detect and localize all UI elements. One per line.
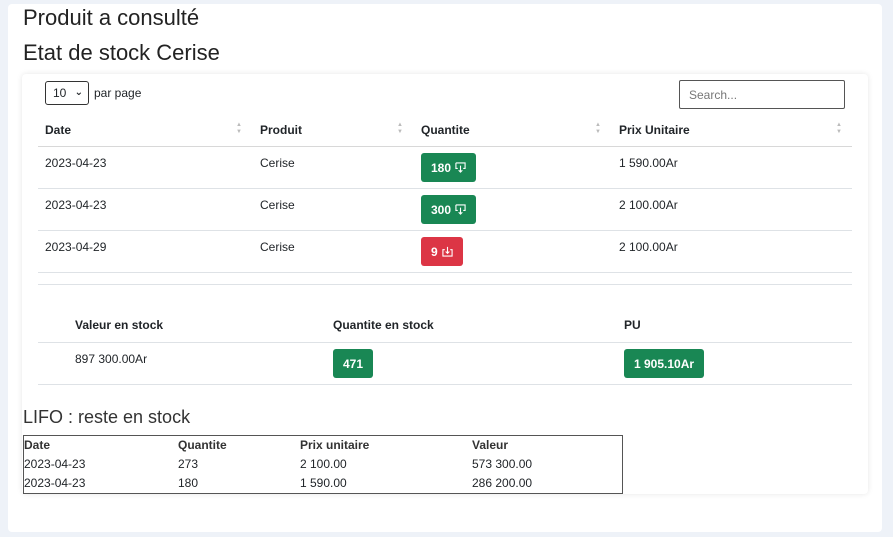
- box-arrow-in-icon: [455, 204, 466, 215]
- page-title: Produit a consulté: [23, 5, 200, 30]
- box-arrow-in-icon: [455, 162, 466, 173]
- page-subtitle: Etat de stock Cerise: [23, 40, 220, 65]
- summary-quantite-badge: 471: [333, 349, 374, 378]
- lifo-header-date: Date: [24, 438, 51, 452]
- lifo-row: 2023-04-23 273 2 100.00 573 300.00: [24, 455, 622, 474]
- sort-icon[interactable]: ▲ ▼: [235, 122, 243, 136]
- table-row: 2023-04-23 Cerise 180 1 590.00Ar: [38, 147, 852, 189]
- summary-quantite: 471: [343, 356, 364, 371]
- stock-table: Date ▲ ▼ Produit ▲ ▼ Quantite ▲ ▼ Prix Unit…: [38, 113, 852, 273]
- summary-table: Valeur en stock Quantite en stock PU 897…: [38, 309, 852, 385]
- table-header: Date ▲ ▼ Produit ▲ ▼ Quantite ▲ ▼ Prix Unit…: [38, 113, 852, 147]
- cell-produit: Cerise: [260, 198, 295, 212]
- lifo-cell-prix: 2 100.00: [300, 457, 347, 471]
- quantite-value: 9: [431, 244, 438, 259]
- cell-prix: 2 100.00Ar: [619, 240, 678, 254]
- per-page-value: 10: [53, 85, 67, 100]
- lifo-header: Date Quantite Prix unitaire Valeur: [24, 436, 622, 455]
- table-row: 2023-04-23 Cerise 300 2 100.00Ar: [38, 189, 852, 231]
- quantite-value: 180: [431, 160, 452, 175]
- sort-icon[interactable]: ▲ ▼: [835, 122, 843, 136]
- lifo-cell-quantite: 180: [178, 476, 199, 490]
- lifo-cell-valeur: 286 200.00: [472, 476, 533, 490]
- summary-header-valeur: Valeur en stock: [75, 318, 164, 332]
- cell-prix: 2 100.00Ar: [619, 198, 678, 212]
- cell-produit: Cerise: [260, 156, 295, 170]
- sort-icon[interactable]: ▲ ▼: [594, 122, 602, 136]
- summary-pu: 1 905.10Ar: [634, 356, 695, 371]
- summary-header: Valeur en stock Quantite en stock PU: [38, 309, 852, 343]
- search-placeholder: Search...: [689, 87, 738, 102]
- box-arrow-down-icon: [442, 246, 453, 257]
- lifo-cell-date: 2023-04-23: [24, 476, 86, 490]
- column-header-quantite[interactable]: Quantite: [421, 123, 470, 137]
- lifo-header-valeur: Valeur: [472, 438, 509, 452]
- summary-header-quantite: Quantite en stock: [333, 318, 434, 332]
- column-header-prix-unitaire[interactable]: Prix Unitaire: [619, 123, 690, 137]
- cell-date: 2023-04-23: [45, 156, 107, 170]
- quantite-badge-entree: 180: [421, 153, 477, 182]
- summary-header-pu: PU: [624, 318, 641, 332]
- lifo-cell-valeur: 573 300.00: [472, 457, 533, 471]
- sort-icon[interactable]: ▲ ▼: [396, 122, 404, 136]
- per-page-select[interactable]: 10 ⌄: [45, 80, 89, 105]
- summary-row: 897 300.00Ar 471 1 905.10Ar: [38, 343, 852, 385]
- lifo-header-quantite: Quantite: [178, 438, 227, 452]
- lifo-title: LIFO : reste en stock: [23, 407, 191, 427]
- cell-date: 2023-04-29: [45, 240, 107, 254]
- summary-valeur: 897 300.00Ar: [75, 352, 148, 366]
- stock-card: 10 ⌄ par page Search... Date ▲ ▼ Produit …: [22, 74, 868, 494]
- lifo-cell-quantite: 273: [178, 457, 199, 471]
- column-header-produit[interactable]: Produit: [260, 123, 302, 137]
- cell-date: 2023-04-23: [45, 198, 107, 212]
- chevron-down-icon: ⌄: [74, 87, 83, 98]
- quantite-value: 300: [431, 202, 452, 217]
- lifo-header-prix: Prix unitaire: [300, 438, 370, 452]
- lifo-cell-prix: 1 590.00: [300, 476, 347, 490]
- table-row: 2023-04-29 Cerise 9 2 100.00Ar: [38, 231, 852, 273]
- column-header-date[interactable]: Date: [45, 123, 71, 137]
- divider: [38, 284, 852, 285]
- page-container: Produit a consulté Etat de stock Cerise …: [8, 4, 882, 532]
- cell-produit: Cerise: [260, 240, 295, 254]
- lifo-table: Date Quantite Prix unitaire Valeur 2023-…: [23, 435, 623, 494]
- quantite-badge-sortie: 9: [421, 237, 463, 266]
- cell-prix: 1 590.00Ar: [619, 156, 678, 170]
- per-page-control: 10 ⌄ par page: [45, 80, 141, 105]
- per-page-label: par page: [94, 85, 142, 100]
- search-input[interactable]: Search...: [679, 80, 845, 109]
- summary-pu-badge: 1 905.10Ar: [624, 349, 705, 378]
- quantite-badge-entree: 300: [421, 195, 477, 224]
- lifo-cell-date: 2023-04-23: [24, 457, 86, 471]
- lifo-row: 2023-04-23 180 1 590.00 286 200.00: [24, 474, 622, 493]
